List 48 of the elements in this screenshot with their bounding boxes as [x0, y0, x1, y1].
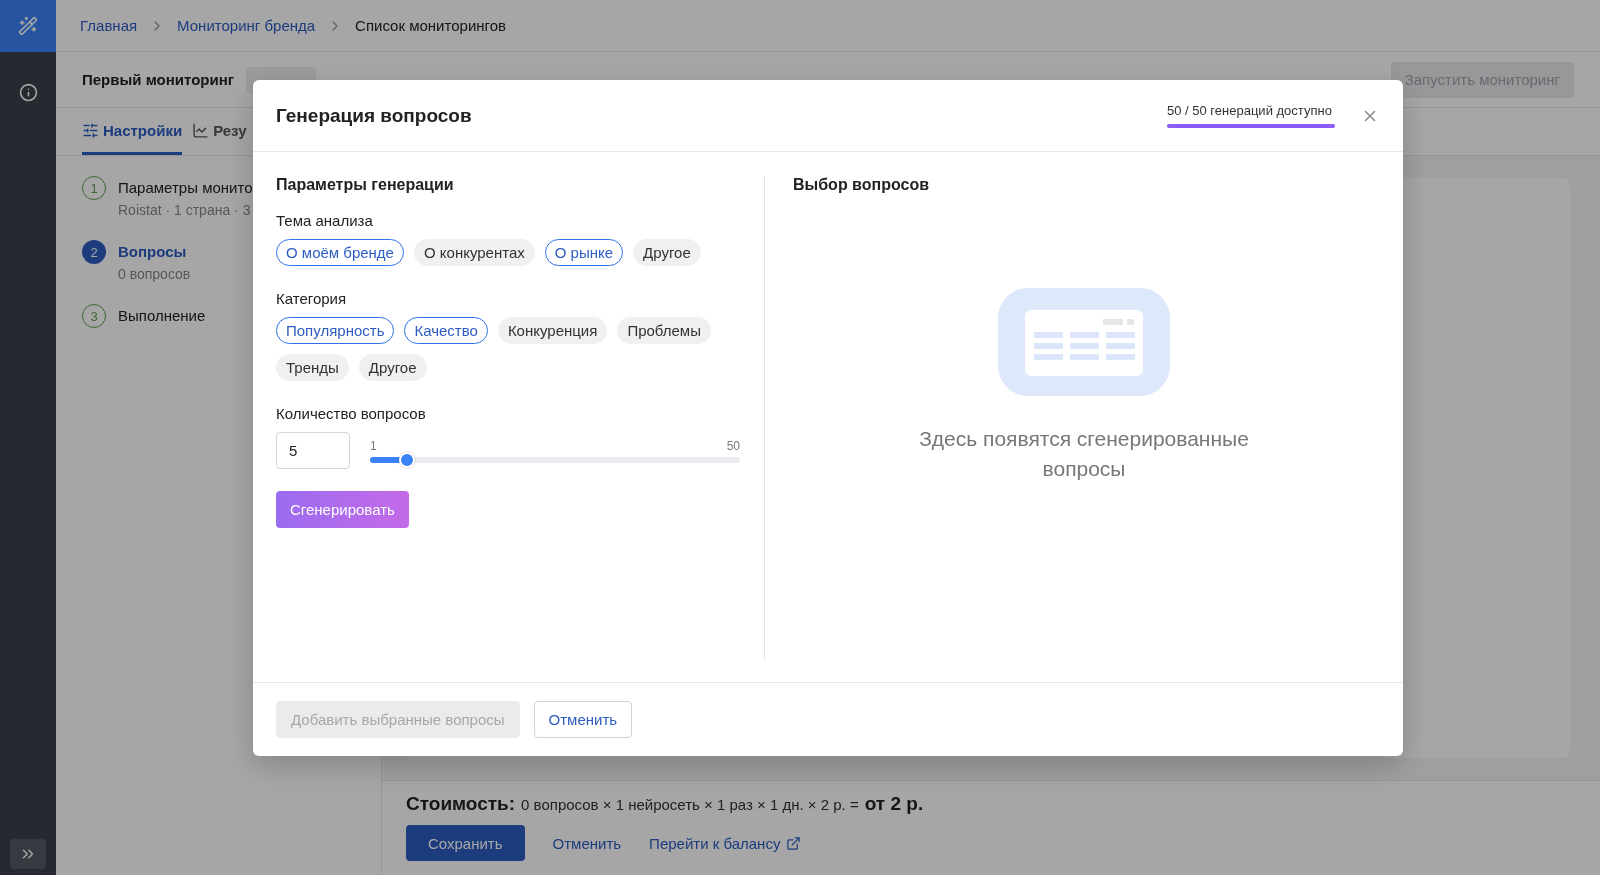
group-label: Количество вопросов	[276, 405, 427, 422]
cancel-link[interactable]: Отменить	[552, 834, 622, 852]
expand-sidebar-button[interactable]	[10, 839, 46, 869]
step-title[interactable]: Вопросы	[118, 243, 191, 260]
filter-chip[interactable]: Конкуренция	[497, 317, 608, 344]
filter-chip[interactable]: Качество	[404, 317, 488, 344]
slider-max-label: 50	[726, 438, 740, 453]
sidebar-nav-button[interactable]	[0, 0, 56, 52]
filter-chip[interactable]: Тренды	[276, 354, 349, 381]
generate-button[interactable]: Сгенерировать	[276, 491, 409, 528]
quota-label: 50 / 50 генераций доступно	[1167, 103, 1333, 118]
save-button[interactable]: Сохранить	[406, 825, 525, 861]
tab[interactable]: Резу	[192, 108, 247, 155]
sliders-icon	[82, 121, 99, 139]
slider-thumb[interactable]	[399, 451, 415, 468]
count-input[interactable]: 5	[276, 432, 350, 469]
cost-total: от 2 р.	[864, 793, 924, 815]
breadcrumb-link[interactable]: Список мониторингов	[355, 17, 506, 34]
group-label: Категория	[276, 290, 348, 307]
section-heading: Выбор вопросов	[793, 176, 929, 194]
breadcrumb-link[interactable]: Мониторинг бренда	[177, 17, 316, 34]
balance-link[interactable]: Перейти к балансу	[649, 834, 802, 852]
filter-chip[interactable]: Проблемы	[617, 317, 711, 344]
cost-formula: 0 вопросов × 1 нейросеть × 1 раз × 1 дн. × 2 р. =	[521, 796, 859, 813]
chart-icon	[192, 121, 210, 139]
info-icon	[18, 82, 38, 102]
section-heading: Параметры генерации	[276, 176, 454, 194]
empty-state-text: Здесь появятся сгенерированные вопросы	[918, 426, 1250, 482]
cost-label: Стоимость:	[406, 793, 516, 815]
step-title[interactable]: Параметры монито	[118, 179, 253, 196]
magic-wand-icon	[18, 16, 38, 36]
group-label: Тема анализа	[276, 212, 374, 229]
step-title[interactable]: Выполнение	[118, 307, 206, 324]
slider-min-label: 1	[370, 438, 377, 453]
monitoring-title: Первый мониторинг	[82, 71, 235, 88]
breadcrumb-link[interactable]: Главная	[80, 17, 138, 34]
filter-chip[interactable]: Другое	[633, 239, 701, 266]
filter-chip[interactable]: О рынке	[544, 239, 624, 266]
modal-title: Генерация вопросов	[276, 104, 472, 127]
filter-chip[interactable]: О моём бренде	[276, 239, 404, 266]
step-number: 2	[82, 240, 106, 264]
step-subtitle: 0 вопросов	[118, 266, 191, 282]
cancel-button[interactable]: Отменить	[533, 701, 633, 738]
filter-chip[interactable]: О конкурентах	[413, 239, 535, 266]
filter-chip[interactable]: Другое	[358, 354, 427, 381]
external-link-icon	[786, 835, 802, 851]
step-subtitle: Roistat · 1 страна · 3	[118, 202, 252, 218]
filter-chip[interactable]: Популярность	[276, 317, 395, 344]
